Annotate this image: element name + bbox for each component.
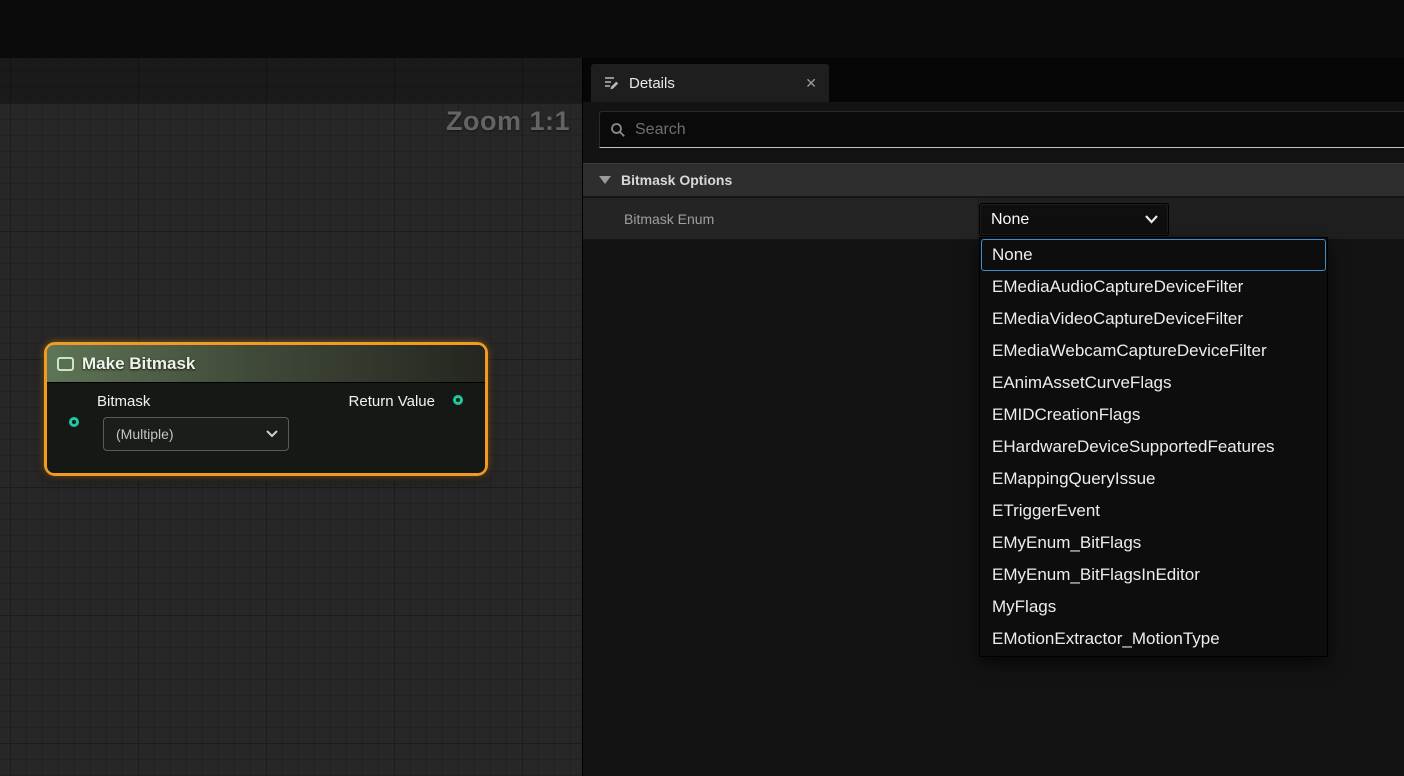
- details-tab-icon: [603, 75, 620, 92]
- close-icon[interactable]: ✕: [805, 76, 817, 90]
- property-label: Bitmask Enum: [624, 211, 714, 227]
- dropdown-item[interactable]: EMotionExtractor_MotionType: [981, 623, 1326, 655]
- section-bitmask-options[interactable]: Bitmask Options: [583, 163, 1404, 197]
- details-search-box[interactable]: [599, 111, 1404, 148]
- return-value-pin-label: Return Value: [349, 393, 435, 410]
- bitmask-value-select[interactable]: (Multiple): [103, 417, 289, 451]
- property-name-cell: Bitmask Enum: [583, 198, 977, 240]
- dropdown-item[interactable]: EAnimAssetCurveFlags: [981, 367, 1326, 399]
- dropdown-item[interactable]: EMediaAudioCaptureDeviceFilter: [981, 271, 1326, 303]
- tab-details[interactable]: Details ✕: [591, 64, 829, 102]
- details-panel: Details ✕ Bitmask Options Bitmask Enum N…: [582, 58, 1404, 776]
- search-input[interactable]: [635, 121, 1394, 139]
- dropdown-item[interactable]: EMIDCreationFlags: [981, 399, 1326, 431]
- combobox-value: None: [991, 211, 1029, 229]
- node-header[interactable]: Make Bitmask: [47, 345, 485, 383]
- make-struct-icon: [57, 357, 74, 371]
- dropdown-item[interactable]: EMyEnum_BitFlags: [981, 527, 1326, 559]
- bitmask-input-pin[interactable]: [69, 417, 79, 427]
- enum-dropdown-list: None EMediaAudioCaptureDeviceFilter EMed…: [979, 237, 1328, 657]
- top-menu-bar: [0, 0, 1404, 58]
- graph-top-shade: [0, 58, 582, 103]
- node-title: Make Bitmask: [82, 354, 195, 374]
- dropdown-item[interactable]: ETriggerEvent: [981, 495, 1326, 527]
- expand-arrow-icon[interactable]: [599, 176, 611, 184]
- make-bitmask-node[interactable]: Make Bitmask Bitmask Return Value (Multi…: [44, 342, 488, 476]
- dropdown-item[interactable]: EHardwareDeviceSupportedFeatures: [981, 431, 1326, 463]
- dropdown-item[interactable]: EMediaVideoCaptureDeviceFilter: [981, 303, 1326, 335]
- tab-strip: Details ✕: [583, 58, 1404, 102]
- return-value-output-pin[interactable]: [453, 395, 463, 405]
- zoom-level-indicator: Zoom 1:1: [446, 106, 570, 137]
- bitmask-enum-combobox[interactable]: None: [979, 203, 1169, 236]
- chevron-down-icon: [266, 430, 278, 438]
- blueprint-graph-canvas[interactable]: Zoom 1:1 Make Bitmask Bitmask Return Val…: [0, 58, 582, 776]
- dropdown-item[interactable]: EMappingQueryIssue: [981, 463, 1326, 495]
- section-label: Bitmask Options: [621, 172, 732, 188]
- search-icon: [610, 122, 626, 138]
- dropdown-item[interactable]: None: [981, 239, 1326, 271]
- bitmask-value-select-text: (Multiple): [116, 426, 174, 442]
- dropdown-item[interactable]: MyFlags: [981, 591, 1326, 623]
- tab-details-label: Details: [629, 75, 675, 92]
- dropdown-item[interactable]: EMyEnum_BitFlagsInEditor: [981, 559, 1326, 591]
- dropdown-item[interactable]: EMediaWebcamCaptureDeviceFilter: [981, 335, 1326, 367]
- bitmask-pin-label: Bitmask: [97, 393, 150, 410]
- node-body: Bitmask Return Value (Multiple): [47, 383, 485, 473]
- chevron-down-icon: [1145, 215, 1158, 224]
